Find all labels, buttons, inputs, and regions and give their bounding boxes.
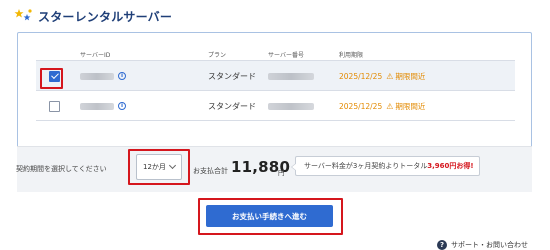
expiry-cell: 2025/12/25 ⚠ 期限間近: [339, 91, 425, 121]
expiry-cell: 2025/12/25 ⚠ 期限間近: [339, 61, 425, 91]
total-label: お支払合計: [193, 167, 228, 175]
server-id-cell: i: [80, 61, 126, 91]
support-label: サポート・お問い合わせ: [451, 241, 528, 249]
server-number-cell: [268, 91, 314, 121]
table-row[interactable]: i スタンダード 2025/12/25 ⚠ 期限間近: [36, 91, 515, 121]
row-checkbox-cell: [49, 91, 60, 121]
help-icon: ?: [437, 240, 447, 250]
brand-header: スターレンタルサーバー: [14, 6, 172, 26]
promo-savings: 3,960円お得!: [427, 162, 474, 170]
info-icon[interactable]: i: [118, 102, 126, 110]
server-id-redacted: [80, 72, 114, 80]
table-row[interactable]: i スタンダード 2025/12/25 ⚠ 期限間近: [36, 61, 515, 91]
promo-bubble: サーバー料金が3ヶ月契約よりトータル 3,960円お得!: [291, 156, 480, 176]
plan-cell: スタンダード: [208, 71, 256, 81]
header-server-number: サーバー番号: [268, 52, 304, 59]
promo-text: サーバー料金が3ヶ月契約よりトータル: [304, 162, 428, 170]
server-table: サーバーID プラン サーバー番号 利用期限 i スタンダード 2025/12/…: [36, 47, 515, 121]
server-number-cell: [268, 61, 314, 91]
row-checkbox[interactable]: [49, 100, 60, 112]
proceed-to-payment-button[interactable]: お支払い手続きへ進む: [206, 205, 333, 227]
select-highlight: [128, 149, 190, 185]
server-number-redacted: [268, 72, 314, 80]
support-link[interactable]: ? サポート・お問い合わせ: [437, 238, 528, 250]
expiry-warning: 期限間近: [395, 71, 426, 81]
info-icon[interactable]: i: [118, 72, 126, 80]
period-label: 契約期間を選択してください: [16, 165, 107, 173]
server-id-cell: i: [80, 91, 126, 121]
header-server-id: サーバーID: [80, 52, 111, 59]
star-logo-icon: [14, 8, 34, 24]
currency-label: 円: [278, 169, 285, 177]
server-id-redacted: [80, 102, 114, 110]
header-plan: プラン: [208, 52, 227, 59]
server-number-redacted: [268, 102, 314, 110]
header-expiry: 利用期限: [339, 52, 364, 59]
checkbox-highlight: [40, 68, 63, 89]
expiry-date: 2025/12/25: [339, 71, 383, 81]
warning-icon: ⚠: [386, 101, 394, 111]
expiry-date: 2025/12/25: [339, 101, 383, 111]
expiry-warning: 期限間近: [395, 101, 426, 111]
plan-cell: スタンダード: [208, 101, 256, 111]
table-header: サーバーID プラン サーバー番号 利用期限: [36, 47, 515, 61]
warning-icon: ⚠: [386, 71, 394, 81]
brand-name: スターレンタルサーバー: [38, 9, 173, 24]
